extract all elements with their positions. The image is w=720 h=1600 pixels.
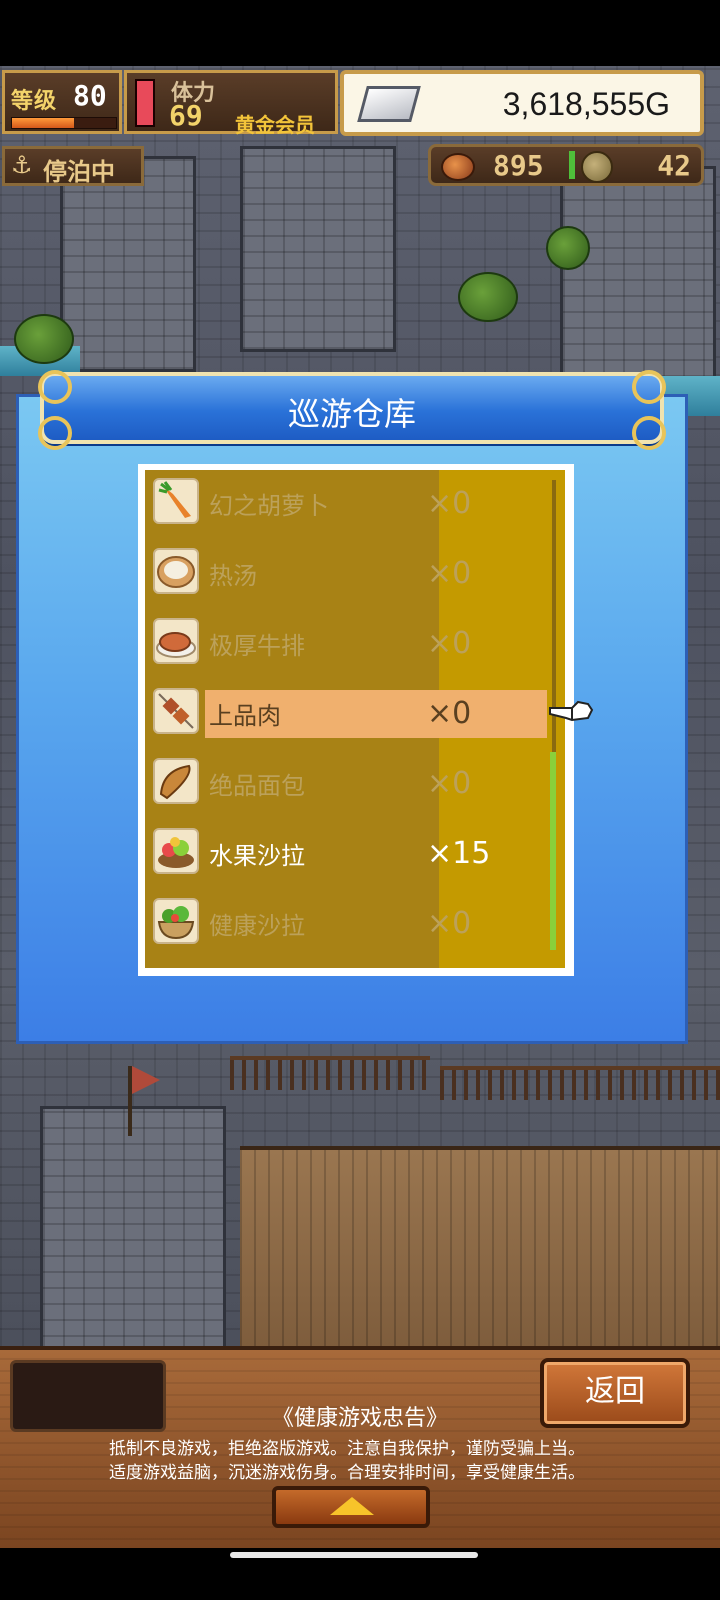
list-item[interactable]: 幻之胡萝卜 ×0 [145, 470, 565, 540]
bush [546, 226, 590, 270]
gold-value: 3,618,555G [502, 86, 670, 122]
list-item[interactable]: 极厚牛排 ×0 [145, 610, 565, 680]
health-notice-line: 抵制不良游戏，拒绝盗版游戏。注意自我保护，谨防受骗上当。 [109, 1439, 585, 1459]
stamina-gauge-fill [137, 81, 153, 125]
level-progress-bar [11, 117, 117, 129]
dialog-header: 巡游仓库 [40, 372, 664, 444]
item-quantity: ×0 [427, 696, 472, 731]
list-item[interactable]: 热汤 ×0 [145, 540, 565, 610]
dialog-title: 巡游仓库 [287, 395, 416, 433]
item-quantity: ×0 [427, 486, 472, 521]
list-item[interactable]: 绝品面包 ×0 [145, 750, 565, 820]
silver-bar-icon [357, 86, 421, 122]
ship-railing [440, 1066, 720, 1100]
food-bar [569, 151, 575, 179]
steak-icon [153, 618, 199, 664]
castle-tower [40, 1106, 226, 1366]
food-icon [441, 153, 475, 181]
stamina-gauge [135, 79, 155, 127]
coin-icon [581, 151, 613, 183]
salad-icon [153, 898, 199, 944]
ship-railing [230, 1056, 430, 1090]
status-bar [0, 0, 720, 66]
list-item[interactable]: 水果沙拉 ×15 [145, 820, 565, 890]
item-name: 绝品面包 [209, 772, 305, 800]
scrollbar-thumb[interactable] [550, 752, 556, 950]
corner-ornament-icon [632, 370, 666, 404]
soup-icon [153, 548, 199, 594]
level-value: 80 [73, 79, 107, 112]
fruit-salad-icon [153, 828, 199, 874]
arrow-up-icon [330, 1497, 374, 1515]
item-name: 健康沙拉 [209, 912, 305, 940]
item-name: 热汤 [209, 562, 257, 590]
bread-icon [153, 758, 199, 804]
storage-list[interactable]: 幻之胡萝卜 ×0 热汤 ×0 极厚牛排 ×0 上品肉 ×0 绝品面包 ×0 水果 [145, 470, 565, 968]
item-quantity: ×0 [427, 906, 472, 941]
item-quantity: ×0 [427, 626, 472, 661]
moored-status-label: 停泊中 [43, 158, 115, 186]
health-notice-line: 适度游戏益脑，沉迷游戏伤身。合理安排时间，享受健康生活。 [109, 1463, 585, 1483]
corner-ornament-icon [38, 370, 72, 404]
item-quantity: ×15 [427, 836, 491, 871]
membership-label: 黄金会员 [235, 113, 315, 137]
item-name: 水果沙拉 [209, 842, 305, 870]
castle-tower [240, 146, 396, 352]
pointing-hand-icon [548, 696, 594, 724]
expand-button[interactable] [272, 1486, 430, 1528]
castle-tower [60, 156, 196, 372]
ship-deck [240, 1146, 720, 1366]
level-progress-fill [12, 118, 75, 128]
item-name: 上品肉 [209, 702, 281, 730]
level-label: 等级 [11, 89, 58, 114]
item-name: 极厚牛排 [209, 632, 305, 660]
corner-ornament-icon [632, 416, 666, 450]
corner-ornament-icon [38, 416, 72, 450]
level-panel[interactable]: 等级 80 [2, 70, 122, 134]
gold-panel[interactable]: 3,618,555G [340, 70, 704, 136]
item-quantity: ×0 [427, 766, 472, 801]
bush [14, 314, 74, 364]
stamina-value: 69 [169, 99, 203, 132]
anchor-icon: ⚓ [11, 151, 33, 179]
carrot-icon [153, 478, 199, 524]
coin-value: 42 [657, 149, 691, 182]
resources-panel[interactable]: 895 42 [428, 144, 704, 186]
food-value: 895 [493, 149, 544, 182]
item-name: 幻之胡萝卜 [209, 492, 329, 520]
flag [132, 1066, 160, 1094]
moored-status-badge[interactable]: ⚓ 停泊中 [2, 146, 144, 186]
meat-skewer-icon [153, 688, 199, 734]
item-quantity: ×0 [427, 556, 472, 591]
stamina-panel[interactable]: 体力 69 黄金会员 [124, 70, 338, 137]
list-item-selected[interactable]: 上品肉 ×0 [145, 680, 565, 750]
health-notice-title: 《健康游戏忠告》 [271, 1406, 448, 1431]
bush [458, 272, 518, 322]
list-item[interactable]: 健康沙拉 ×0 [145, 890, 565, 960]
home-indicator[interactable] [230, 1552, 478, 1558]
